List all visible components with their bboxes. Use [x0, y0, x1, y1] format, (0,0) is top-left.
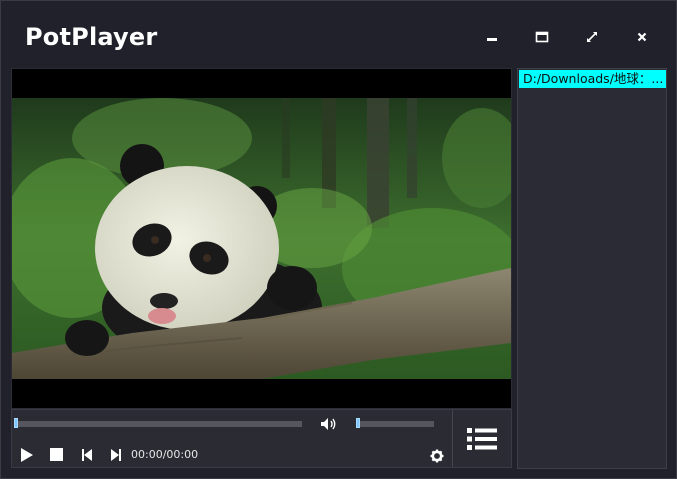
video-frame-image	[12, 98, 511, 379]
settings-button[interactable]	[427, 446, 447, 466]
video-frame	[12, 98, 511, 379]
playlist-toggle-button[interactable]	[464, 424, 500, 454]
stop-icon	[50, 448, 63, 461]
previous-icon	[82, 449, 92, 461]
previous-button[interactable]	[76, 444, 98, 466]
controls-divider	[452, 410, 453, 467]
close-button[interactable]	[629, 25, 655, 49]
fullscreen-button[interactable]	[579, 25, 605, 49]
playlist-icon	[467, 428, 497, 450]
app-title: PotPlayer	[25, 23, 158, 51]
playlist-panel: D:/Downloads/地球：...	[517, 68, 667, 469]
mute-button[interactable]	[318, 415, 340, 433]
time-display: 00:00/00:00	[131, 448, 199, 461]
maximize-icon	[535, 31, 549, 43]
minimize-icon	[487, 38, 497, 41]
maximize-button[interactable]	[529, 25, 555, 49]
seek-knob[interactable]	[14, 418, 18, 428]
settings-icon	[430, 449, 444, 463]
seek-bar[interactable]	[14, 418, 302, 428]
close-icon	[637, 32, 647, 42]
next-icon	[111, 449, 121, 461]
minimize-button[interactable]	[479, 25, 505, 49]
volume-knob[interactable]	[356, 418, 360, 428]
play-button[interactable]	[16, 444, 38, 466]
player-window: PotPlayer 00:00/00:00 D:/Downloads/地球：..…	[0, 0, 677, 479]
next-button[interactable]	[105, 444, 127, 466]
playlist-item[interactable]: D:/Downloads/地球：...	[519, 70, 666, 88]
speaker-icon	[321, 418, 336, 430]
video-area[interactable]	[11, 68, 512, 409]
volume-slider[interactable]	[356, 418, 434, 428]
control-bar: 00:00/00:00	[11, 409, 512, 468]
fullscreen-icon	[587, 32, 597, 42]
stop-button[interactable]	[46, 444, 68, 466]
play-icon	[21, 448, 33, 462]
